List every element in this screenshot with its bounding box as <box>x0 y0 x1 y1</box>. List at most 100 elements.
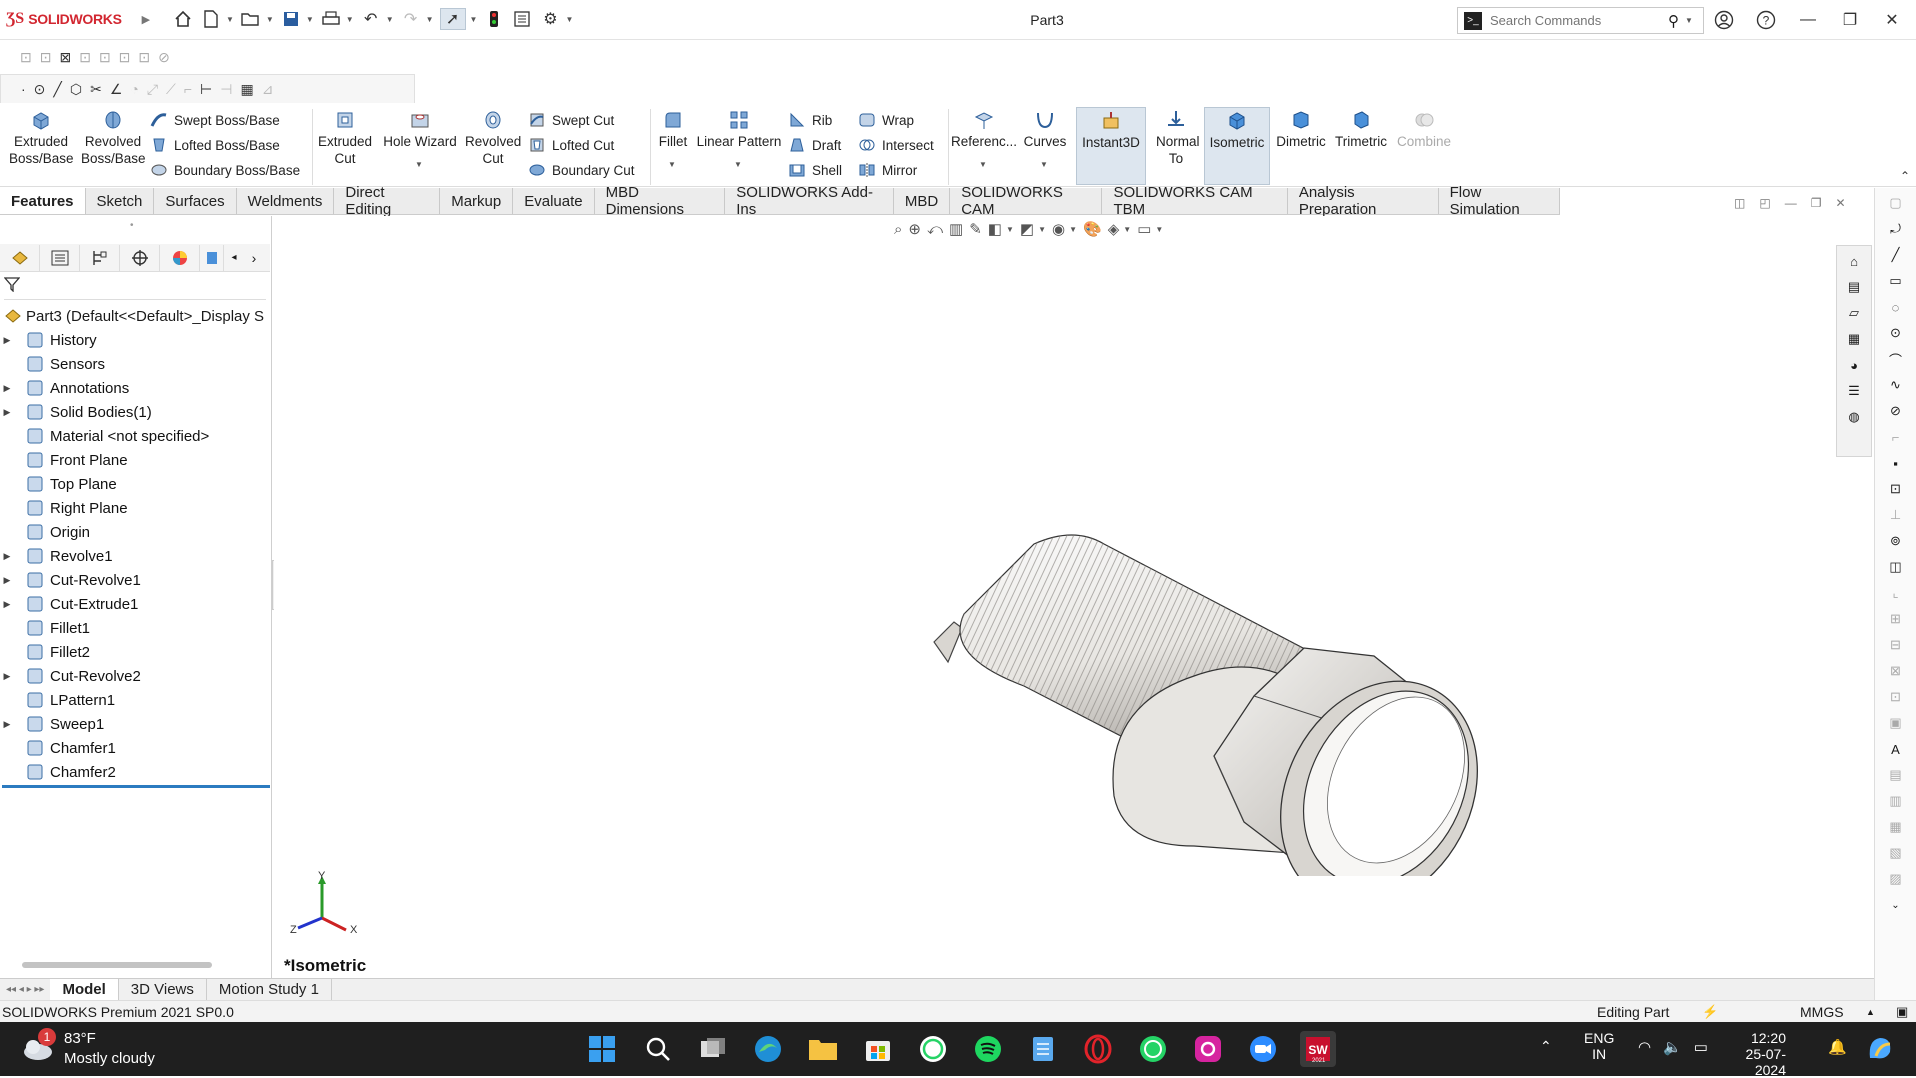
whatsapp-icon[interactable] <box>1135 1031 1171 1067</box>
lofted-cut-button[interactable]: Lofted Cut <box>528 136 614 154</box>
task-view-icon[interactable] <box>695 1031 731 1067</box>
bottom-tab-motion-study-1[interactable]: Motion Study 1 <box>207 978 332 1001</box>
notification-bell-icon[interactable]: 🔔 <box>1828 1038 1847 1056</box>
shell-button[interactable]: Shell <box>788 161 842 179</box>
bottom-tab-3d-views[interactable]: 3D Views <box>119 978 207 1001</box>
filter-icon[interactable] <box>4 276 20 292</box>
section-view-icon[interactable]: ▥ <box>949 220 963 238</box>
tab-direct-editing[interactable]: Direct Editing <box>334 184 441 218</box>
expand-arrow-icon[interactable]: ▶ <box>0 599 14 610</box>
tree-item[interactable]: Top Plane <box>0 472 270 496</box>
file-explorer-icon[interactable]: ▱ <box>1840 302 1868 324</box>
panel-grip-icon[interactable]: • <box>130 220 134 231</box>
appearances-icon[interactable]: ◕ <box>1840 354 1868 376</box>
search-input[interactable] <box>1490 13 1660 28</box>
zoom-to-area-icon[interactable]: ⊕ <box>908 220 921 238</box>
point-icon[interactable]: · <box>21 81 26 97</box>
hide-show-items-icon[interactable]: ◉ <box>1052 220 1065 238</box>
swept-boss-button[interactable]: Swept Boss/Base <box>150 111 280 129</box>
tree-root[interactable]: Part3 (Default<<Default>_Display S <box>0 304 270 328</box>
tree-filter[interactable] <box>4 276 266 300</box>
cam-tab-icon[interactable] <box>200 244 224 271</box>
revolved-boss-button[interactable]: Revolved Boss/Base <box>78 109 148 167</box>
graphics-area[interactable]: ⌕ ⊕ ⤺ ▥ ✎ ◧ ▼ ◩ ▼ ◉ ▼ 🎨 ◈ ▼ ▭ ▼ ◫ ◰ — ❐ ✕ <box>274 196 1874 978</box>
smart-dimension-icon[interactable]: ⤾ <box>1882 218 1910 240</box>
feature-manager-tab-icon[interactable] <box>0 244 40 271</box>
tab-surfaces[interactable]: Surfaces <box>154 188 237 214</box>
circle-icon[interactable]: ⊙ <box>34 81 46 98</box>
expand-arrow-icon[interactable]: ▶ <box>0 719 14 730</box>
line-icon[interactable]: ╱ <box>1882 244 1910 266</box>
view-palette-icon[interactable]: ▦ <box>1840 328 1868 350</box>
polygon-icon[interactable]: ⬡ <box>70 81 82 98</box>
rebuild-icon[interactable]: ⚡ <box>1702 1004 1718 1020</box>
reference-geometry-button[interactable]: Referenc... ▼ <box>950 109 1018 173</box>
angle-icon[interactable]: ∠ <box>110 81 123 98</box>
chevron-right-icon[interactable]: › <box>244 245 264 271</box>
search-icon[interactable] <box>640 1031 676 1067</box>
chevron-down-icon[interactable]: ▼ <box>979 156 987 173</box>
minimize-icon[interactable]: — <box>1785 196 1797 210</box>
hole-wizard-button[interactable]: Hole Wizard ▼ <box>380 109 460 173</box>
expand-arrow-icon[interactable]: ▶ <box>0 335 14 346</box>
tab-analysis-preparation[interactable]: Analysis Preparation <box>1287 184 1439 218</box>
apply-scene-icon[interactable]: ◈ <box>1108 220 1120 238</box>
chevron-down-icon[interactable]: ▼ <box>734 156 742 173</box>
bottom-tab-model[interactable]: Model <box>50 978 119 1001</box>
property-manager-tab-icon[interactable] <box>40 244 80 271</box>
view-settings-icon[interactable]: ▭ <box>1137 220 1151 238</box>
chevron-down-icon[interactable]: ⌄ <box>1882 894 1910 916</box>
dimetric-button[interactable]: Dimetric <box>1272 109 1330 150</box>
user-account-icon[interactable] <box>1712 8 1736 32</box>
extruded-boss-button[interactable]: Extruded Boss/Base <box>8 109 74 167</box>
tree-item[interactable]: ▶ Cut-Extrude1 <box>0 592 270 616</box>
expand-arrow-icon[interactable]: ▶ <box>0 575 14 586</box>
view-icon[interactable]: ⊚ <box>1882 530 1910 552</box>
arc-icon[interactable]: ⌒ <box>1882 348 1910 370</box>
rollback-bar[interactable] <box>2 785 270 788</box>
annotation-tool-icon[interactable]: ⊠ <box>59 49 71 66</box>
help-icon[interactable]: ? <box>1754 8 1778 32</box>
microsoft-store-icon[interactable] <box>860 1031 896 1067</box>
chevron-up-icon[interactable]: ⌃ <box>1540 1038 1552 1055</box>
dynamic-annotation-icon[interactable]: ✎ <box>969 220 982 238</box>
lofted-boss-button[interactable]: Lofted Boss/Base <box>150 136 280 154</box>
language-indicator[interactable]: ENG IN <box>1584 1030 1614 1062</box>
dimxpert-tab-icon[interactable] <box>120 244 160 271</box>
tree-item[interactable]: ▶ Cut-Revolve2 <box>0 664 270 688</box>
tab-sketch[interactable]: Sketch <box>85 188 155 214</box>
point-icon[interactable]: ▪ <box>1882 452 1910 474</box>
unit-system[interactable]: MMGS <box>1800 1004 1844 1020</box>
edit-appearance-icon[interactable]: 🎨 <box>1083 220 1102 238</box>
chevron-down-icon[interactable]: ▼ <box>1040 156 1048 173</box>
ellipse-icon[interactable]: ⊘ <box>1882 400 1910 422</box>
opera-browser-icon[interactable] <box>1080 1031 1116 1067</box>
zoom-icon[interactable] <box>1245 1031 1281 1067</box>
tree-item[interactable]: Sensors <box>0 352 270 376</box>
tab-solidworks-cam[interactable]: SOLIDWORKS CAM <box>950 184 1103 218</box>
tab-features[interactable]: Features <box>0 188 86 214</box>
minimize-icon[interactable]: — <box>1796 8 1820 32</box>
trimetric-button[interactable]: Trimetric <box>1332 109 1390 150</box>
curves-button[interactable]: Curves ▼ <box>1020 109 1070 173</box>
instagram-icon[interactable] <box>1190 1031 1226 1067</box>
tab-solidworks-add-ins[interactable]: SOLIDWORKS Add-Ins <box>725 184 894 218</box>
previous-view-icon[interactable]: ⤺ <box>927 221 943 238</box>
grid-icon[interactable]: ▦ <box>240 81 253 98</box>
trim-icon[interactable]: ✂ <box>90 81 102 98</box>
line-icon[interactable]: ╱ <box>53 81 61 98</box>
notification-icon[interactable]: ▣ <box>1896 1004 1908 1020</box>
tab-mbd-dimensions[interactable]: MBD Dimensions <box>594 184 726 218</box>
notepad-icon[interactable] <box>1025 1031 1061 1067</box>
restore-icon[interactable]: ❐ <box>1811 196 1822 210</box>
horizontal-scrollbar[interactable] <box>22 962 212 968</box>
mirror-button[interactable]: Mirror <box>858 161 917 179</box>
boundary-boss-button[interactable]: Boundary Boss/Base <box>150 161 300 179</box>
spline-icon[interactable]: ∿ <box>1882 374 1910 396</box>
tree-item[interactable]: ▶ History <box>0 328 270 352</box>
circle-icon[interactable]: ⊙ <box>1882 322 1910 344</box>
collapse-ribbon-icon[interactable]: ⌃ <box>1900 169 1910 183</box>
tree-item[interactable]: LPattern1 <box>0 688 270 712</box>
search-commands-box[interactable]: >_ ⚲ ▼ <box>1457 7 1704 34</box>
zoom-to-fit-icon[interactable]: ⌕ <box>894 221 902 238</box>
